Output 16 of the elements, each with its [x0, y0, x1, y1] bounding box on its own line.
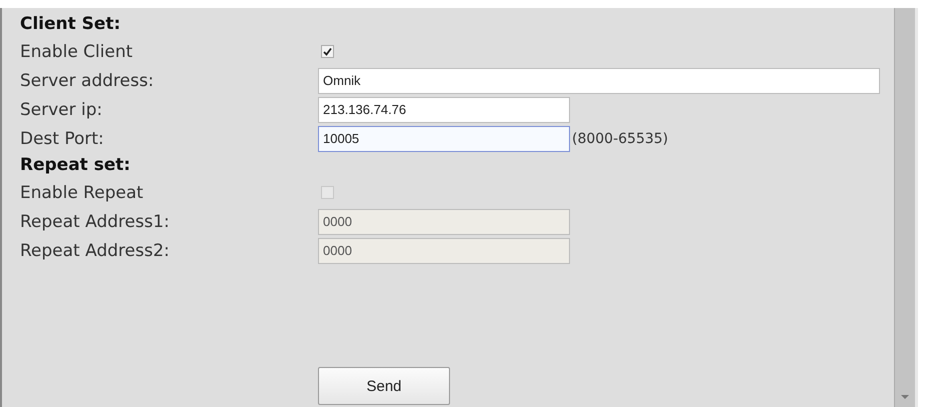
field-label: Server address:	[20, 70, 155, 90]
field-label: Repeat Address1:	[20, 212, 170, 232]
input-field[interactable]: Omnik	[318, 68, 880, 94]
scrollbar[interactable]	[894, 8, 918, 407]
field-label: Enable Repeat	[20, 182, 144, 202]
input-field[interactable]: 10005	[318, 126, 570, 152]
field-label: Enable Client	[20, 42, 134, 62]
range-hint: (8000-65535)	[572, 130, 668, 146]
section-heading: Repeat set:	[20, 154, 132, 177]
input-field[interactable]: 213.136.74.76	[318, 96, 570, 122]
send-button[interactable]: Send	[318, 367, 450, 405]
checkbox[interactable]	[321, 45, 334, 58]
field-label: Server ip:	[20, 100, 104, 120]
section-heading: Client Set:	[20, 13, 122, 36]
field-label: Repeat Address2:	[20, 240, 170, 260]
field-label: Dest Port:	[20, 128, 105, 148]
